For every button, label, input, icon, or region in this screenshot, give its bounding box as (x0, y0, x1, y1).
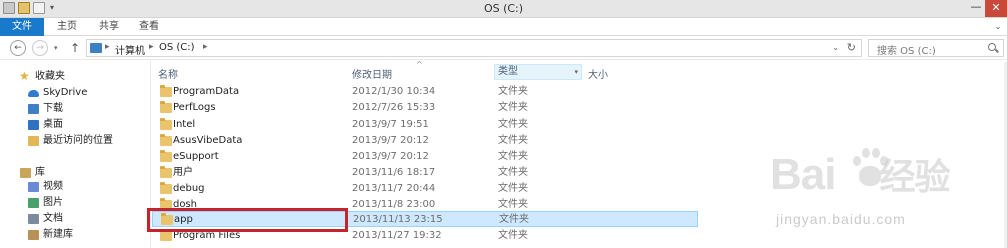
file-name: 用户 (173, 167, 193, 178)
file-name: PerfLogs (173, 102, 216, 113)
file-date: 2012/7/26 15:33 (352, 102, 436, 113)
file-date: 2013/9/7 20:12 (352, 151, 429, 162)
column-type[interactable]: 类型 ▾ (494, 64, 582, 80)
breadcrumb-separator-icon[interactable]: ▸ (149, 42, 154, 52)
address-bar[interactable]: ▸ 计算机 ▸ OS (C:) ▸ ⌄ ↻ (86, 39, 862, 57)
file-name: ProgramData (173, 86, 240, 97)
folder-icon (160, 150, 172, 162)
file-date: 2013/11/7 20:44 (352, 183, 436, 194)
search-icon[interactable] (987, 41, 999, 55)
breadcrumb-separator-icon[interactable]: ▸ (105, 42, 110, 52)
breadcrumb-separator-icon[interactable]: ▸ (203, 42, 208, 52)
folder-icon (160, 134, 172, 146)
title-bar: ▾ OS (C:) — ✕ (0, 0, 1007, 18)
folder-icon (160, 182, 172, 194)
file-date: 2013/9/7 19:51 (352, 119, 429, 130)
file-type: 文件夹 (498, 102, 528, 113)
search-placeholder: 搜索 OS (C:) (877, 46, 936, 57)
document-library-icon (28, 214, 39, 224)
ribbon-tabs: 文件 主页 共享 查看 ⌄ (0, 18, 1007, 36)
breadcrumb-computer[interactable]: 计算机 (115, 42, 145, 57)
column-size[interactable]: 大小 (588, 66, 608, 81)
file-type: 文件夹 (498, 230, 528, 241)
address-dropdown-icon[interactable]: ⌄ (832, 43, 839, 52)
star-icon (19, 69, 31, 83)
baidu-watermark: Bai 经验 jingyan.baidu.com (770, 148, 1000, 248)
file-row[interactable]: PerfLogs 2012/7/26 15:33 文件夹 (152, 100, 698, 116)
annotation-highlight-box (147, 208, 348, 232)
file-date: 2013/9/7 20:12 (352, 135, 429, 146)
file-row[interactable]: debug 2013/11/7 20:44 文件夹 (152, 181, 698, 197)
file-row[interactable]: eSupport 2013/9/7 20:12 文件夹 (152, 149, 698, 165)
sort-arrow-icon: ^ (416, 60, 423, 69)
computer-icon (90, 43, 102, 53)
folder-icon (160, 101, 172, 113)
file-name: debug (173, 183, 205, 194)
minimize-button[interactable]: — (969, 1, 983, 15)
file-type: 文件夹 (498, 135, 528, 146)
folder-icon (160, 229, 172, 241)
close-button[interactable]: ✕ (985, 0, 1007, 17)
file-date: 2013/11/13 23:15 (353, 214, 443, 225)
file-date: 2013/11/27 19:32 (352, 230, 442, 241)
file-type: 文件夹 (498, 183, 528, 194)
search-box[interactable]: 搜索 OS (C:) (868, 39, 1004, 57)
cloud-icon (28, 90, 39, 97)
paw-logo-icon (849, 142, 889, 192)
video-library-icon (28, 182, 39, 192)
tab-file[interactable]: 文件 (0, 18, 44, 36)
file-row[interactable]: 用户 2013/11/6 18:17 文件夹 (152, 165, 698, 181)
file-name: eSupport (173, 151, 219, 162)
desktop-icon (28, 120, 39, 130)
new-library-icon (28, 230, 39, 240)
folder-icon (160, 118, 172, 130)
breadcrumb-drive[interactable]: OS (C:) (159, 42, 195, 53)
window-title: OS (C:) (483, 2, 524, 15)
column-headers: 名称 修改日期 ^ 类型 ▾ 大小 (152, 60, 1007, 82)
navigation-bar: ← → ▾ ↑ ▸ 计算机 ▸ OS (C:) ▸ ⌄ ↻ 搜索 OS (C:) (0, 36, 1007, 60)
tab-share[interactable]: 共享 (90, 18, 128, 36)
file-row[interactable]: ProgramData 2012/1/30 10:34 文件夹 (152, 84, 698, 100)
forward-button[interactable]: → (32, 40, 48, 56)
file-type: 文件夹 (498, 119, 528, 130)
column-name[interactable]: 名称 (158, 66, 178, 81)
library-icon (20, 168, 31, 178)
folder-icon (160, 166, 172, 178)
file-row[interactable]: AsusVibeData 2013/9/7 20:12 文件夹 (152, 133, 698, 149)
file-type: 文件夹 (498, 167, 528, 178)
file-date: 2012/1/30 10:34 (352, 86, 436, 97)
back-button[interactable]: ← (10, 40, 26, 56)
file-name: Intel (173, 119, 196, 130)
recent-locations-dropdown-icon[interactable]: ▾ (54, 44, 58, 52)
up-button[interactable]: ↑ (70, 41, 80, 55)
refresh-icon[interactable]: ↻ (847, 41, 856, 54)
column-filter-dropdown-icon[interactable]: ▾ (574, 65, 578, 79)
file-date: 2013/11/6 18:17 (352, 167, 436, 178)
column-date-modified[interactable]: 修改日期 (352, 66, 392, 81)
file-name: AsusVibeData (173, 135, 243, 146)
tab-view[interactable]: 查看 (130, 18, 168, 36)
download-folder-icon (28, 104, 39, 114)
file-type: 文件夹 (499, 214, 529, 225)
recent-places-icon (28, 136, 39, 146)
navigation-pane: 收藏夹 SkyDrive 下载 桌面 最近访问的位置 库 视频 图片 文档 新建… (0, 60, 150, 248)
file-type: 文件夹 (498, 151, 528, 162)
file-type: 文件夹 (498, 86, 528, 97)
watermark-url: jingyan.baidu.com (776, 211, 906, 227)
tab-home[interactable]: 主页 (48, 18, 86, 36)
ribbon-expand-icon[interactable]: ⌄ (992, 21, 1004, 33)
folder-icon (160, 85, 172, 97)
file-row[interactable]: Intel 2013/9/7 19:51 文件夹 (152, 117, 698, 133)
column-type-label: 类型 (498, 66, 518, 77)
picture-library-icon (28, 198, 39, 208)
